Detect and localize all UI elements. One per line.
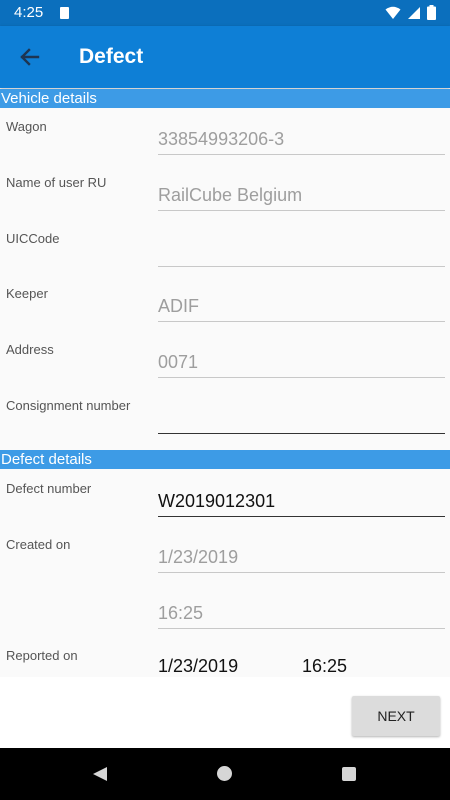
uic-label: UICCode bbox=[6, 231, 60, 246]
wagon-field[interactable]: 33854993206-3 bbox=[158, 123, 445, 155]
battery-icon bbox=[427, 5, 436, 20]
keeper-field[interactable]: ADIF bbox=[158, 290, 445, 322]
back-button[interactable] bbox=[12, 39, 48, 75]
keeper-row: Keeper ADIF bbox=[0, 278, 450, 334]
arrow-back-icon bbox=[20, 48, 40, 66]
next-button[interactable]: NEXT bbox=[352, 696, 440, 736]
consignment-field[interactable] bbox=[158, 402, 445, 434]
status-icons bbox=[385, 5, 436, 20]
signal-icon bbox=[408, 6, 420, 19]
created-on-label: Created on bbox=[6, 537, 71, 552]
nav-back-icon[interactable] bbox=[92, 766, 108, 782]
nav-recent-icon[interactable] bbox=[342, 767, 356, 781]
user-ru-row: Name of user RU RailCube Belgium bbox=[0, 167, 450, 223]
wifi-icon bbox=[385, 6, 401, 19]
defect-number-row: Defect number W2019012301 bbox=[0, 473, 450, 529]
consignment-row: Consignment number bbox=[0, 390, 450, 446]
reported-on-label: Reported on bbox=[6, 648, 78, 663]
status-time: 4:25 bbox=[14, 4, 44, 21]
uic-row: UICCode bbox=[0, 223, 450, 279]
wagon-label: Wagon bbox=[6, 119, 47, 134]
page-title: Defect bbox=[79, 45, 144, 68]
consignment-label: Consignment number bbox=[6, 398, 131, 413]
wagon-row: Wagon 33854993206-3 bbox=[0, 111, 450, 167]
defect-number-field[interactable]: W2019012301 bbox=[158, 485, 445, 517]
address-field[interactable]: 0071 bbox=[158, 346, 445, 378]
created-time-row: 16:25 bbox=[0, 585, 450, 641]
section-header-defect: Defect details bbox=[0, 450, 450, 469]
created-time-field[interactable]: 16:25 bbox=[158, 597, 445, 629]
reported-time-field[interactable]: 16:25 bbox=[302, 656, 347, 677]
keeper-label: Keeper bbox=[6, 286, 48, 301]
bottom-action-bar: NEXT bbox=[0, 677, 450, 748]
address-label: Address bbox=[6, 342, 54, 357]
created-date-field[interactable]: 1/23/2019 bbox=[158, 541, 445, 573]
defect-number-label: Defect number bbox=[6, 481, 92, 496]
nav-home-icon[interactable] bbox=[217, 766, 232, 781]
system-nav-bar bbox=[0, 748, 450, 800]
address-row: Address 0071 bbox=[0, 334, 450, 390]
reported-date-field[interactable]: 1/23/2019 bbox=[158, 656, 238, 677]
created-on-row: Created on 1/23/2019 bbox=[0, 529, 450, 585]
uic-field[interactable] bbox=[158, 235, 445, 267]
section-header-vehicle: Vehicle details bbox=[0, 89, 450, 108]
user-ru-label: Name of user RU bbox=[6, 175, 107, 190]
status-bar: 4:25 bbox=[0, 0, 450, 26]
user-ru-field[interactable]: RailCube Belgium bbox=[158, 179, 445, 211]
sd-card-icon bbox=[60, 7, 69, 19]
app-bar: Defect bbox=[0, 26, 450, 88]
